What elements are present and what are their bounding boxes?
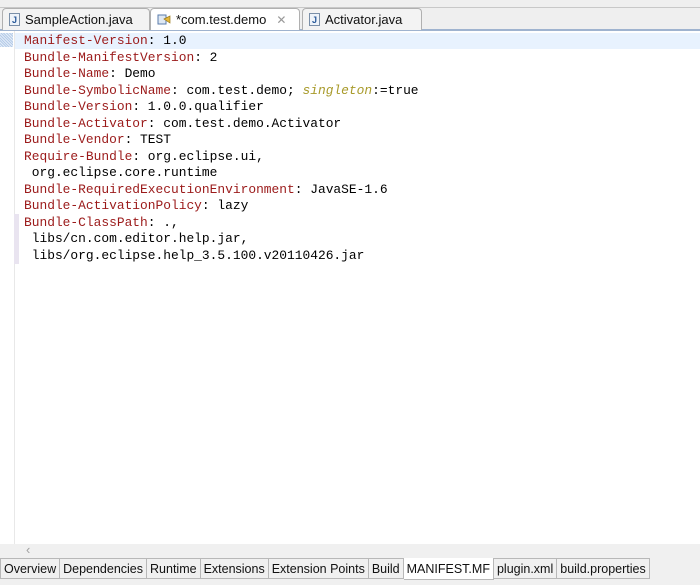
- tab-label: SampleAction.java: [25, 12, 133, 27]
- manifest-source-editor[interactable]: Manifest-Version: 1.0 Bundle-ManifestVers…: [0, 31, 700, 544]
- editor-ruler: [0, 31, 19, 544]
- horizontal-scrollbar[interactable]: ‹: [0, 542, 700, 558]
- editor-tab-bar: J SampleAction.java *com.test.demo ✕ J A…: [0, 0, 700, 31]
- tab-extensions[interactable]: Extensions: [200, 558, 269, 579]
- line: Manifest-Version: 1.0: [24, 33, 187, 48]
- tab-activator-java[interactable]: J Activator.java: [302, 8, 422, 30]
- tab-com-test-demo[interactable]: *com.test.demo ✕: [150, 8, 300, 30]
- manifest-editor-page-tabs: Overview Dependencies Runtime Extensions…: [0, 558, 650, 580]
- java-file-icon: J: [309, 13, 320, 26]
- manifest-text[interactable]: Manifest-Version: 1.0 Bundle-ManifestVers…: [24, 33, 419, 264]
- line: libs/org.eclipse.help_3.5.100.v20110426.…: [24, 247, 365, 263]
- line: org.eclipse.core.runtime: [24, 165, 218, 180]
- tab-build-properties[interactable]: build.properties: [557, 558, 650, 579]
- line: Bundle-ClassPath: .,: [24, 214, 179, 230]
- line: Bundle-RequiredExecutionEnvironment: Jav…: [24, 181, 388, 197]
- tab-plugin-xml[interactable]: plugin.xml: [493, 558, 558, 579]
- tab-label: Activator.java: [325, 12, 403, 27]
- line: Require-Bundle: org.eclipse.ui,: [24, 148, 264, 164]
- tab-sample-action-java[interactable]: J SampleAction.java: [2, 8, 150, 30]
- tab-overview[interactable]: Overview: [0, 558, 61, 579]
- current-line-marker: [0, 33, 13, 47]
- range-indicator: [14, 214, 19, 264]
- line: Bundle-SymbolicName: com.test.demo; sing…: [24, 82, 419, 98]
- tab-label: *com.test.demo: [176, 12, 267, 27]
- java-file-icon: J: [9, 13, 20, 26]
- tab-manifest-mf[interactable]: MANIFEST.MF: [403, 558, 494, 580]
- close-icon[interactable]: ✕: [276, 13, 286, 27]
- line: Bundle-Name: Demo: [24, 66, 156, 81]
- tab-build[interactable]: Build: [368, 558, 404, 579]
- line: libs/cn.com.editor.help.jar,: [24, 231, 249, 246]
- tab-dependencies[interactable]: Dependencies: [60, 558, 148, 579]
- line: Bundle-Version: 1.0.0.qualifier: [24, 99, 264, 114]
- line: Bundle-Activator: com.test.demo.Activato…: [24, 115, 342, 131]
- scroll-left-icon[interactable]: ‹: [26, 542, 30, 557]
- tab-runtime[interactable]: Runtime: [147, 558, 201, 579]
- line: Bundle-ManifestVersion: 2: [24, 49, 218, 65]
- tab-extension-points[interactable]: Extension Points: [268, 558, 369, 579]
- line: Bundle-ActivationPolicy: lazy: [24, 198, 249, 213]
- line: Bundle-Vendor: TEST: [24, 132, 171, 147]
- plugin-manifest-icon: [157, 13, 171, 26]
